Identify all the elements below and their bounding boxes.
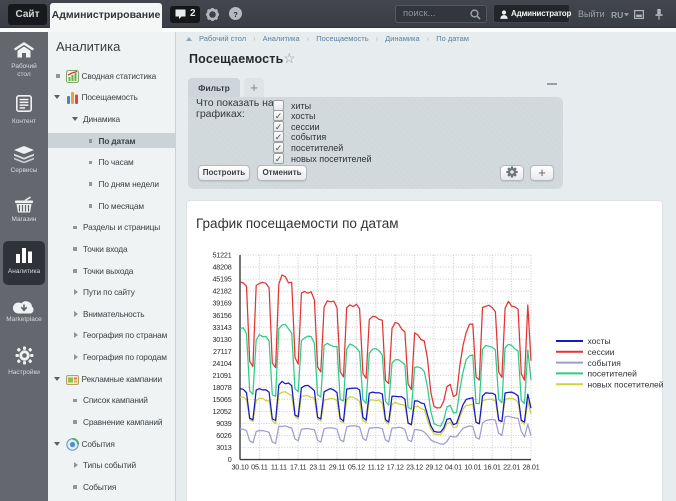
svg-text:10.01: 10.01	[464, 463, 481, 472]
svg-text:посетителей: посетителей	[588, 369, 638, 379]
svg-text:18078: 18078	[213, 383, 232, 392]
svg-text:17.11: 17.11	[290, 463, 307, 472]
svg-text:события: события	[588, 358, 622, 368]
svg-text:15065: 15065	[213, 395, 232, 404]
svg-text:12052: 12052	[213, 407, 232, 416]
svg-text:33143: 33143	[213, 323, 232, 332]
svg-text:6026: 6026	[216, 431, 231, 440]
svg-text:11.12: 11.12	[368, 463, 385, 472]
svg-text:сессии: сессии	[588, 347, 615, 357]
svg-text:04.01: 04.01	[445, 463, 462, 472]
svg-text:11.11: 11.11	[271, 463, 287, 472]
svg-text:30.10: 30.10	[232, 463, 249, 472]
svg-text:36156: 36156	[213, 311, 232, 320]
svg-text:29.12: 29.12	[426, 463, 443, 472]
svg-text:42182: 42182	[213, 287, 232, 296]
svg-text:29.11: 29.11	[329, 463, 346, 472]
svg-text:28.01: 28.01	[523, 463, 540, 472]
svg-text:05.12: 05.12	[348, 463, 365, 472]
svg-text:9039: 9039	[216, 419, 231, 428]
svg-text:30130: 30130	[213, 335, 232, 344]
svg-text:24104: 24104	[213, 359, 232, 368]
svg-text:22.01: 22.01	[503, 463, 520, 472]
svg-text:23.12: 23.12	[406, 463, 423, 472]
svg-text:хосты: хосты	[588, 336, 611, 346]
svg-text:новых посетителей: новых посетителей	[588, 379, 664, 389]
svg-text:48208: 48208	[213, 263, 232, 272]
svg-text:05.11: 05.11	[251, 463, 268, 472]
svg-text:3013: 3013	[216, 443, 231, 452]
svg-text:39169: 39169	[213, 299, 232, 308]
svg-text:16.01: 16.01	[484, 463, 501, 472]
svg-text:45195: 45195	[213, 275, 232, 284]
svg-text:51221: 51221	[213, 251, 232, 260]
svg-text:27117: 27117	[213, 347, 232, 356]
svg-text:17.12: 17.12	[387, 463, 404, 472]
svg-text:?: ?	[233, 10, 237, 19]
svg-text:23.11: 23.11	[309, 463, 326, 472]
svg-text:21091: 21091	[213, 371, 232, 380]
